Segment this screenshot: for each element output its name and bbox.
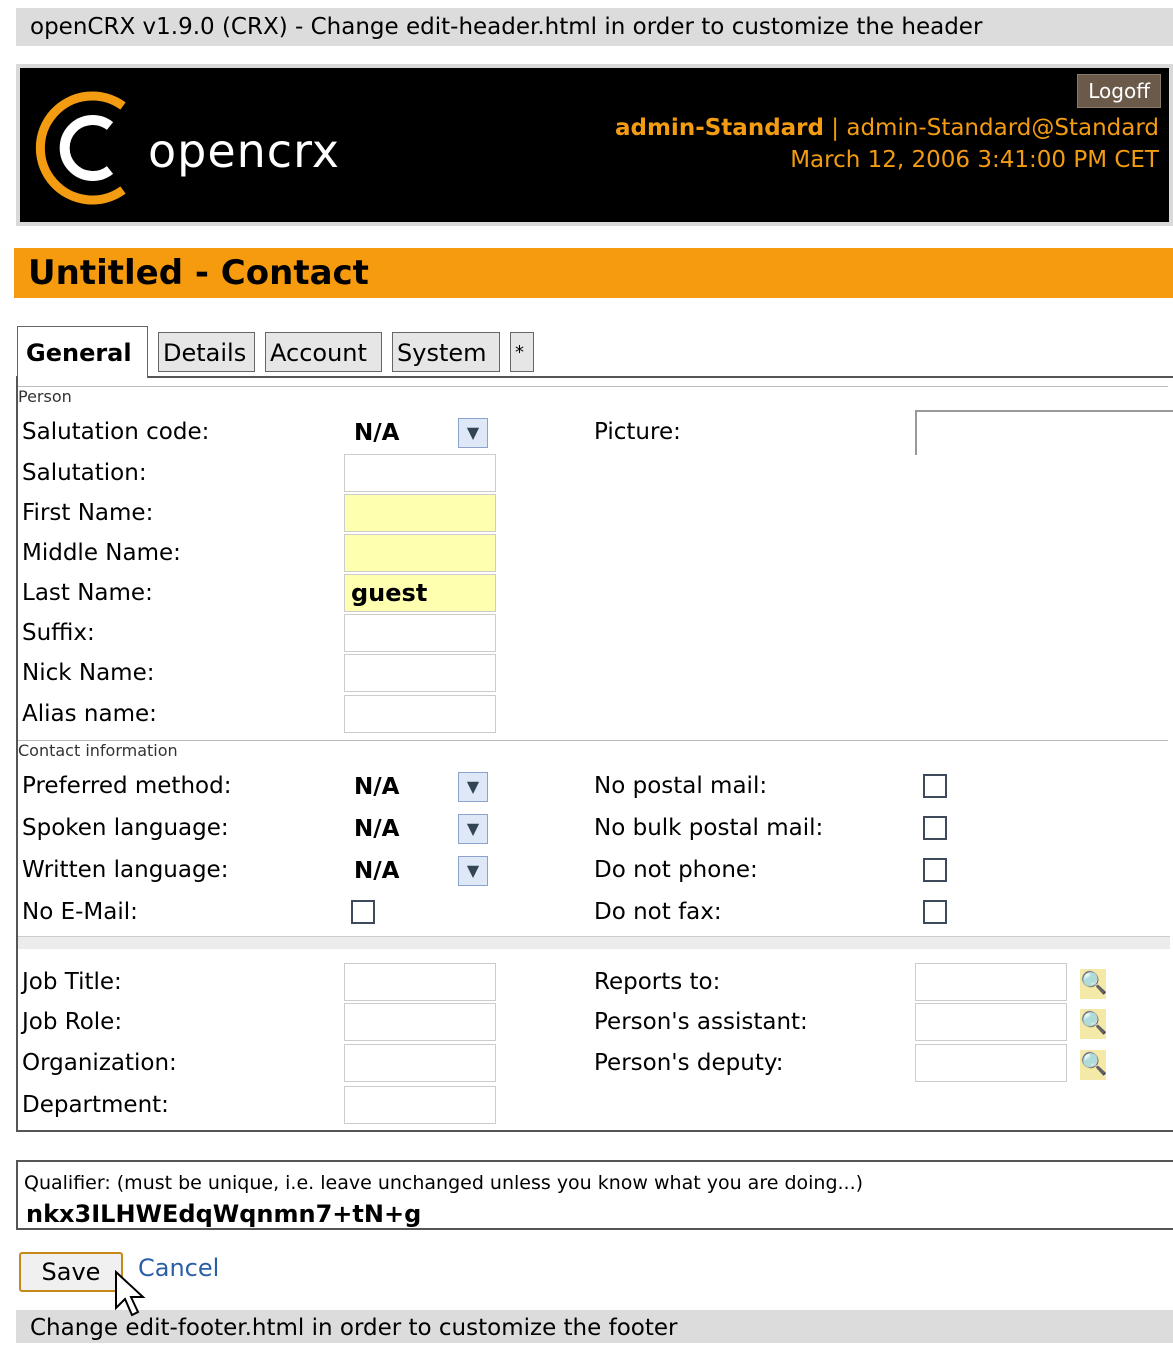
do-not-fax-label: Do not fax: bbox=[594, 899, 722, 925]
user-name: admin-Standard bbox=[614, 115, 824, 141]
window-title-bar: openCRX v1.9.0 (CRX) - Change edit-heade… bbox=[16, 8, 1173, 46]
page-footer: Change edit-footer.html in order to cust… bbox=[16, 1310, 1173, 1343]
page-title: Untitled - Contact bbox=[14, 248, 1173, 298]
search-icon[interactable]: 🔍 bbox=[1080, 1009, 1107, 1039]
no-bulk-postal-mail-checkbox[interactable] bbox=[923, 816, 947, 840]
tab-system[interactable]: System bbox=[392, 332, 500, 372]
reports-to-input[interactable] bbox=[915, 963, 1067, 1001]
person-assistant-input[interactable] bbox=[915, 1003, 1067, 1041]
department-input[interactable] bbox=[344, 1086, 496, 1124]
person-deputy-input[interactable] bbox=[915, 1044, 1067, 1082]
chevron-down-icon[interactable]: ▼ bbox=[458, 418, 488, 448]
no-email-checkbox[interactable] bbox=[351, 900, 375, 924]
last-name-label: Last Name: bbox=[22, 580, 153, 606]
search-icon[interactable]: 🔍 bbox=[1080, 1050, 1107, 1080]
section-divider bbox=[18, 936, 1170, 949]
job-title-label: Job Title: bbox=[22, 969, 122, 995]
opencrx-logo-icon bbox=[35, 91, 126, 205]
spoken-language-label: Spoken language: bbox=[22, 815, 229, 841]
written-language-select[interactable]: N/A ▼ bbox=[344, 853, 496, 889]
salutation-label: Salutation: bbox=[22, 460, 147, 486]
salutation-input[interactable] bbox=[344, 454, 496, 492]
tab-more[interactable]: * bbox=[510, 332, 534, 372]
qualifier-hint: Qualifier: (must be unique, i.e. leave u… bbox=[24, 1172, 864, 1194]
tab-details[interactable]: Details bbox=[158, 332, 255, 372]
no-bulk-postal-mail-label: No bulk postal mail: bbox=[594, 815, 824, 841]
last-name-input[interactable]: guest bbox=[344, 574, 496, 612]
first-name-label: First Name: bbox=[22, 500, 154, 526]
user-principal: admin-Standard@Standard bbox=[846, 115, 1159, 141]
written-language-value: N/A bbox=[354, 858, 400, 884]
spoken-language-value: N/A bbox=[354, 816, 400, 842]
person-deputy-label: Person's deputy: bbox=[594, 1050, 784, 1076]
do-not-phone-checkbox[interactable] bbox=[923, 858, 947, 882]
job-title-input[interactable] bbox=[344, 963, 496, 1001]
login-datetime: March 12, 2006 3:41:00 PM CET bbox=[790, 147, 1159, 173]
no-email-label: No E-Mail: bbox=[22, 899, 138, 925]
user-separator: | bbox=[823, 115, 847, 141]
no-postal-mail-checkbox[interactable] bbox=[923, 774, 947, 798]
preferred-method-select[interactable]: N/A ▼ bbox=[344, 769, 496, 805]
qualifier-box: Qualifier: (must be unique, i.e. leave u… bbox=[16, 1160, 1173, 1230]
person-assistant-label: Person's assistant: bbox=[594, 1009, 808, 1035]
preferred-method-value: N/A bbox=[354, 774, 400, 800]
tab-account[interactable]: Account bbox=[265, 332, 382, 372]
nick-name-label: Nick Name: bbox=[22, 660, 155, 686]
tab-general[interactable]: General bbox=[17, 326, 148, 378]
chevron-down-icon[interactable]: ▼ bbox=[458, 772, 488, 802]
salutation-code-select[interactable]: N/A ▼ bbox=[344, 415, 496, 451]
middle-name-label: Middle Name: bbox=[22, 540, 181, 566]
salutation-code-value: N/A bbox=[354, 420, 400, 446]
preferred-method-label: Preferred method: bbox=[22, 773, 232, 799]
spoken-language-select[interactable]: N/A ▼ bbox=[344, 811, 496, 847]
department-label: Department: bbox=[22, 1092, 169, 1118]
user-info: admin-Standard | admin-Standard@Standard… bbox=[615, 112, 1159, 176]
salutation-code-label: Salutation code: bbox=[22, 419, 210, 445]
job-role-input[interactable] bbox=[344, 1003, 496, 1041]
alias-name-label: Alias name: bbox=[22, 701, 157, 727]
reports-to-label: Reports to: bbox=[594, 969, 721, 995]
written-language-label: Written language: bbox=[22, 857, 229, 883]
brand-name: opencrx bbox=[148, 124, 340, 178]
chevron-down-icon[interactable]: ▼ bbox=[458, 814, 488, 844]
save-button[interactable]: Save bbox=[19, 1252, 123, 1292]
section-contact-information: Contact information bbox=[18, 740, 1168, 760]
first-name-input[interactable] bbox=[344, 494, 496, 532]
job-role-label: Job Role: bbox=[22, 1009, 123, 1035]
suffix-label: Suffix: bbox=[22, 620, 95, 646]
qualifier-input[interactable]: nkx3ILHWEdqWqnmn7+tN+g bbox=[26, 1200, 606, 1228]
no-postal-mail-label: No postal mail: bbox=[594, 773, 768, 799]
middle-name-input[interactable] bbox=[344, 534, 496, 572]
alias-name-input[interactable] bbox=[344, 695, 496, 733]
logoff-button[interactable]: Logoff bbox=[1077, 74, 1161, 108]
do-not-phone-label: Do not phone: bbox=[594, 857, 758, 883]
search-icon[interactable]: 🔍 bbox=[1080, 969, 1107, 999]
picture-label: Picture: bbox=[594, 419, 681, 445]
picture-field[interactable] bbox=[915, 410, 1173, 455]
nick-name-input[interactable] bbox=[344, 654, 496, 692]
section-person: Person bbox=[18, 386, 1168, 406]
do-not-fax-checkbox[interactable] bbox=[923, 900, 947, 924]
suffix-input[interactable] bbox=[344, 614, 496, 652]
chevron-down-icon[interactable]: ▼ bbox=[458, 856, 488, 886]
organization-label: Organization: bbox=[22, 1050, 177, 1076]
organization-input[interactable] bbox=[344, 1044, 496, 1082]
mouse-cursor-icon bbox=[115, 1270, 146, 1317]
app-header: opencrx Logoff admin-Standard | admin-St… bbox=[16, 64, 1173, 226]
